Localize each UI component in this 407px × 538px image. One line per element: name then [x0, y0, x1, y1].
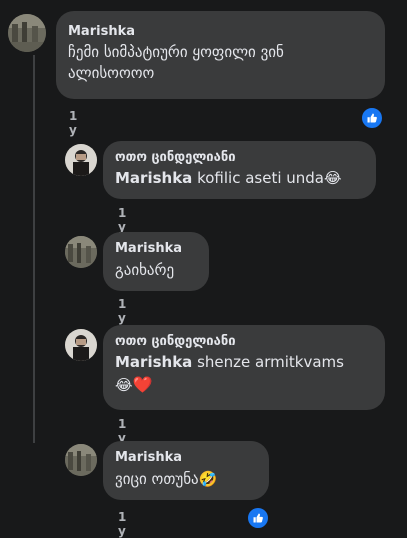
comment-body: ვიცი ოთუნა — [115, 470, 199, 488]
comment-author[interactable]: Marishka — [115, 240, 197, 257]
comment-bubble: ოთო ცინდელიანი Marishka kofilic aseti un… — [103, 141, 376, 199]
red-heart-emoji: ❤️ — [132, 375, 153, 394]
comment-text: ჩემი სიმპატიური ყოფილი ვინ ალისოოოო — [68, 43, 284, 82]
comment-timestamp[interactable]: 1 y — [118, 297, 126, 325]
comment-bubble: ოთო ცინდელიანი Marishka shenze armitkvam… — [103, 325, 385, 410]
comment-author[interactable]: ოთო ცინდელიანი — [115, 333, 373, 350]
rofl-emoji: 🤣 — [198, 470, 218, 488]
comment-timestamp[interactable]: 1 y — [118, 510, 126, 538]
avatar-photo-icon — [65, 236, 97, 268]
tears-of-joy-emoji: 😂 — [324, 169, 342, 187]
comment-emoji-line: 😂❤️ — [115, 374, 373, 396]
avatar-oto[interactable] — [65, 329, 97, 361]
avatar-marishka[interactable] — [65, 236, 97, 268]
tears-of-joy-emoji: 😂 — [115, 376, 133, 394]
avatar-oto[interactable] — [65, 144, 97, 176]
comment-body: kofilic aseti unda — [197, 169, 324, 187]
avatar-marishka[interactable] — [8, 14, 46, 52]
like-thumb-icon — [367, 113, 377, 123]
avatar-photo-icon — [8, 14, 46, 52]
comment-bubble: Marishka გაიხარე — [103, 232, 209, 291]
comment-author[interactable]: ოთო ცინდელიანი — [115, 149, 364, 166]
comment-text: Marishka shenze armitkvams — [115, 352, 373, 373]
comment-author[interactable]: Marishka — [115, 449, 257, 466]
comment-text: გაიხარე — [115, 261, 175, 279]
avatar-marishka[interactable] — [65, 444, 97, 476]
avatar-photo-icon — [65, 329, 97, 361]
comment-bubble: Marishka ჩემი სიმპატიური ყოფილი ვინ ალის… — [56, 11, 385, 99]
reply-thread-line — [33, 55, 35, 443]
like-reaction-badge[interactable] — [246, 506, 270, 530]
mention-link[interactable]: Marishka — [115, 353, 192, 371]
avatar-photo-icon — [65, 144, 97, 176]
like-thumb-icon — [253, 513, 263, 523]
avatar-photo-icon — [65, 444, 97, 476]
like-reaction-badge[interactable] — [360, 106, 384, 130]
comment-body: shenze armitkvams — [197, 353, 344, 371]
comment-timestamp[interactable]: 1 y — [118, 206, 126, 234]
comment-text: ვიცი ოთუნა🤣 — [115, 469, 257, 490]
comment-timestamp[interactable]: 1 y — [69, 109, 77, 137]
mention-link[interactable]: Marishka — [115, 169, 192, 187]
comment-author[interactable]: Marishka — [68, 23, 373, 40]
comment-bubble: Marishka ვიცი ოთუნა🤣 — [103, 441, 269, 500]
comment-text: Marishka kofilic aseti unda😂 — [115, 168, 364, 189]
